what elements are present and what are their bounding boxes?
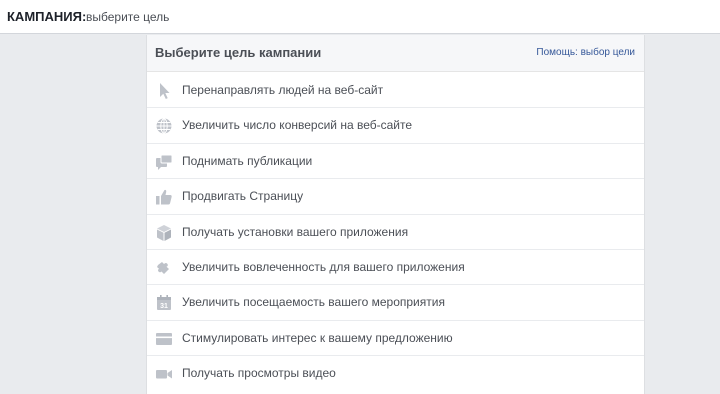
offer-icon	[155, 330, 173, 348]
objective-label: Получать установки вашего приложения	[182, 224, 409, 239]
campaign-hint: выберите цель	[86, 10, 170, 24]
objective-app-engagement[interactable]: Увеличить вовлеченность для вашего прило…	[147, 250, 644, 286]
posts-icon	[155, 153, 173, 171]
objective-label: Увеличить вовлеченность для вашего прило…	[182, 259, 465, 274]
top-bar: КАМПАНИЯ: выберите цель	[0, 0, 720, 34]
objective-panel: Выберите цель кампании Помощь: выбор цел…	[146, 35, 645, 394]
help-link[interactable]: Помощь: выбор цели	[536, 47, 635, 58]
objective-app-installs[interactable]: Получать установки вашего приложения	[147, 215, 644, 250]
objective-label: Увеличить число конверсий на веб-сайте	[182, 118, 413, 133]
objective-label: Увеличить посещаемость вашего мероприяти…	[182, 295, 445, 310]
video-camera-icon	[155, 365, 173, 383]
panel-title: Выберите цель кампании	[155, 45, 322, 60]
objective-event-responses[interactable]: 31 Увеличить посещаемость вашего меропри…	[147, 285, 644, 321]
panel-header: Выберите цель кампании Помощь: выбор цел…	[147, 35, 644, 72]
globe-icon	[155, 117, 173, 135]
objective-video-views[interactable]: Получать просмотры видео	[147, 356, 644, 391]
calendar-icon: 31	[155, 294, 173, 312]
objective-label: Получать просмотры видео	[182, 366, 336, 381]
objective-label: Продвигать Страницу	[182, 189, 304, 204]
box-icon	[155, 224, 173, 242]
objective-page-likes[interactable]: Продвигать Страницу	[147, 179, 644, 215]
thumbs-up-icon	[155, 188, 173, 206]
objective-offer-claims[interactable]: Стимулировать интерес к вашему предложен…	[147, 321, 644, 357]
objective-website-clicks[interactable]: Перенаправлять людей на веб-сайт	[147, 73, 644, 109]
objective-list: Перенаправлять людей на веб-сайт Увеличи…	[147, 73, 644, 392]
objective-label: Перенаправлять людей на веб-сайт	[182, 83, 384, 97]
campaign-label: КАМПАНИЯ:	[7, 9, 87, 24]
objective-label: Поднимать публикации	[182, 153, 313, 168]
objective-page-post-engagement[interactable]: Поднимать публикации	[147, 144, 644, 180]
objective-website-conversions[interactable]: Увеличить число конверсий на веб-сайте	[147, 108, 644, 144]
svg-text:31: 31	[160, 303, 168, 310]
objective-label: Стимулировать интерес к вашему предложен…	[182, 330, 453, 345]
cursor-icon	[155, 82, 173, 100]
puzzle-icon	[155, 259, 173, 277]
